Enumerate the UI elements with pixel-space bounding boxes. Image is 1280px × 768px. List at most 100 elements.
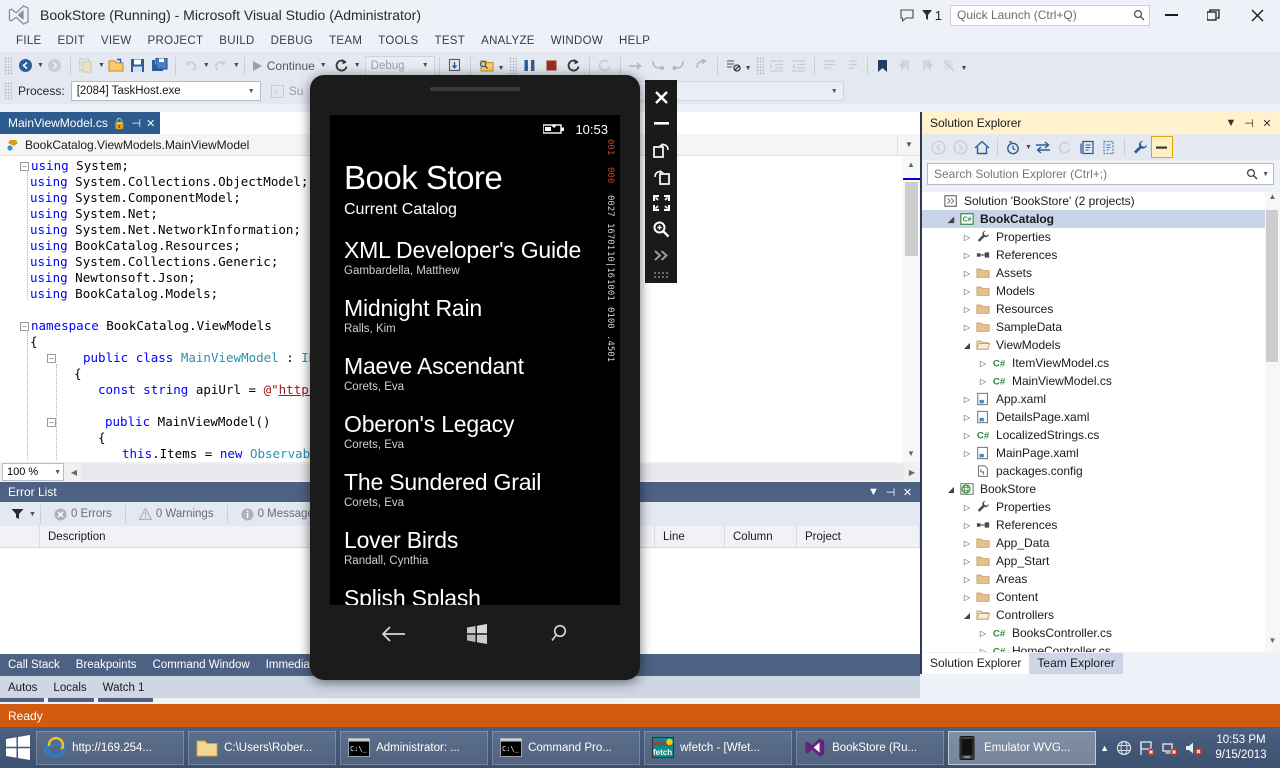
- toolbar-overflow-icon[interactable]: ▼: [498, 65, 505, 72]
- book-list-item[interactable]: The Sundered GrailCorets, Eva: [344, 469, 606, 509]
- solution-tree-item[interactable]: ▷Properties: [922, 228, 1280, 246]
- continue-dropdown[interactable]: ▼: [320, 62, 327, 69]
- expander-closed-icon[interactable]: ▷: [960, 431, 974, 440]
- scroll-down-arrow-icon[interactable]: ▼: [1265, 636, 1280, 652]
- taskbar-item[interactable]: C:\_Administrator: ...: [340, 731, 488, 765]
- taskbar-item[interactable]: Emulator WVG...: [948, 731, 1096, 765]
- expander-closed-icon[interactable]: ▷: [960, 305, 974, 314]
- expander-closed-icon[interactable]: ▷: [976, 359, 990, 368]
- solution-tree-item[interactable]: ▷App_Data: [922, 534, 1280, 552]
- solution-tree[interactable]: Solution 'BookStore' (2 projects)◢C#Book…: [922, 192, 1280, 652]
- menu-analyze[interactable]: ANALYZE: [473, 35, 543, 47]
- volume-muted-icon[interactable]: [1185, 740, 1203, 756]
- taskbar-item[interactable]: C:\_Command Pro...: [492, 731, 640, 765]
- taskbar-item[interactable]: BookStore (Ru...: [796, 731, 944, 765]
- book-list-item[interactable]: Oberon's LegacyCorets, Eva: [344, 411, 606, 451]
- expander-open-icon[interactable]: ◢: [960, 611, 974, 620]
- home-icon[interactable]: [971, 136, 993, 158]
- navigate-backward-dropdown[interactable]: ▼: [37, 62, 44, 69]
- quick-launch-input[interactable]: Quick Launch (Ctrl+Q): [950, 5, 1150, 26]
- taskbar-item[interactable]: http://169.254...: [36, 731, 184, 765]
- feedback-icon[interactable]: [894, 2, 920, 28]
- solution-scroll-thumb[interactable]: [1266, 210, 1278, 362]
- book-list-item[interactable]: Midnight RainRalls, Kim: [344, 295, 606, 335]
- step-into-button[interactable]: [444, 55, 466, 77]
- search-icon[interactable]: [548, 623, 570, 645]
- taskbar-item[interactable]: C:\Users\Rober...: [188, 731, 336, 765]
- dock-tab-locals[interactable]: Locals: [45, 679, 94, 698]
- stop-debugging-button[interactable]: [541, 55, 563, 77]
- menu-file[interactable]: FILE: [8, 35, 50, 47]
- solution-tree-item[interactable]: Solution 'BookStore' (2 projects): [922, 192, 1280, 210]
- toolbar-overflow-icon-2[interactable]: ▼: [745, 65, 752, 72]
- solution-tree-item[interactable]: ▷C#LocalizedStrings.cs: [922, 426, 1280, 444]
- editor-tab-mainviewmodel[interactable]: MainViewModel.cs 🔒 ⊣ ✕: [0, 112, 160, 134]
- taskbar-item[interactable]: webfetchwfetch - [Wfet...: [644, 731, 792, 765]
- undo-dropdown[interactable]: ▼: [203, 62, 210, 69]
- solution-explorer-pin-icon[interactable]: ⊣: [1240, 117, 1258, 130]
- scroll-right-arrow-icon[interactable]: ▶: [904, 468, 920, 477]
- solution-tree-item[interactable]: ▷Resources: [922, 300, 1280, 318]
- warning-count-toggle[interactable]: 0 Warnings: [130, 508, 223, 520]
- solution-tree-item[interactable]: ▷C#HomeController.cs: [922, 642, 1280, 652]
- dock-tab-breakpoints[interactable]: Breakpoints: [68, 659, 145, 671]
- error-list-pin-icon[interactable]: ⊣: [882, 486, 899, 499]
- menu-view[interactable]: VIEW: [93, 35, 140, 47]
- scroll-up-arrow-icon[interactable]: ▲: [1265, 192, 1280, 208]
- expander-open-icon[interactable]: ◢: [944, 485, 958, 494]
- taskbar-clock[interactable]: 10:53 PM 9/15/2013: [1210, 733, 1272, 763]
- expander-open-icon[interactable]: ◢: [960, 341, 974, 350]
- solution-tree-item[interactable]: ▷C#MainViewModel.cs: [922, 372, 1280, 390]
- toolbar-grip-3[interactable]: [756, 57, 764, 75]
- toolbar-grip-2[interactable]: [509, 57, 517, 75]
- action-center-icon[interactable]: [1162, 740, 1178, 756]
- menu-edit[interactable]: EDIT: [50, 35, 93, 47]
- book-list-item[interactable]: Maeve AscendantCorets, Eva: [344, 353, 606, 393]
- chevron-down-icon[interactable]: ▼: [1262, 171, 1269, 178]
- fold-toggle-icon[interactable]: –: [47, 418, 56, 427]
- filter-dropdown-icon[interactable]: ▼: [29, 511, 36, 518]
- expander-open-icon[interactable]: ◢: [944, 215, 958, 224]
- windows-start-icon[interactable]: [465, 623, 489, 645]
- menu-test[interactable]: TEST: [427, 35, 474, 47]
- restart-dropdown[interactable]: ▼: [354, 62, 361, 69]
- new-project-dropdown[interactable]: ▼: [98, 62, 105, 69]
- scroll-down-arrow-icon[interactable]: ▼: [907, 449, 915, 458]
- solution-tree-item[interactable]: ▷SampleData: [922, 318, 1280, 336]
- book-list-item[interactable]: XML Developer's GuideGambardella, Matthe…: [344, 237, 606, 277]
- scroll-up-arrow-icon[interactable]: ▲: [907, 160, 915, 169]
- show-all-files-icon[interactable]: [1076, 136, 1098, 158]
- collapse-all-icon[interactable]: [1151, 136, 1173, 158]
- solution-explorer-scrollbar[interactable]: ▲ ▼: [1265, 192, 1280, 652]
- solution-tree-item[interactable]: ▷App.xaml: [922, 390, 1280, 408]
- break-all-button[interactable]: [519, 55, 541, 77]
- expander-closed-icon[interactable]: ▷: [960, 539, 974, 548]
- solution-tree-item[interactable]: ▷MainPage.xaml: [922, 444, 1280, 462]
- solution-tree-item[interactable]: ◢BookStore: [922, 480, 1280, 498]
- expander-closed-icon[interactable]: ▷: [960, 521, 974, 530]
- properties-wrench-icon[interactable]: [1129, 136, 1151, 158]
- tab-team-explorer[interactable]: Team Explorer: [1029, 653, 1122, 674]
- book-list-item[interactable]: Lover BirdsRandall, Cynthia: [344, 527, 606, 567]
- expander-closed-icon[interactable]: ▷: [960, 269, 974, 278]
- menu-help[interactable]: HELP: [611, 35, 658, 47]
- menu-team[interactable]: TEAM: [321, 35, 370, 47]
- solution-tree-item[interactable]: ▷Models: [922, 282, 1280, 300]
- restart-debug-button[interactable]: [563, 55, 585, 77]
- phone-screen[interactable]: 10:53 Book Store Current Catalog XML Dev…: [330, 115, 620, 605]
- pending-changes-icon[interactable]: [1002, 136, 1024, 158]
- toolbar-overflow-icon-3[interactable]: ▼: [961, 65, 968, 72]
- preview-selected-items-icon[interactable]: [1098, 136, 1120, 158]
- zoom-icon[interactable]: [648, 218, 674, 241]
- solution-tree-item[interactable]: ▷Properties: [922, 498, 1280, 516]
- expander-closed-icon[interactable]: ▷: [960, 233, 974, 242]
- menu-tools[interactable]: TOOLS: [370, 35, 426, 47]
- editor-scroll-thumb[interactable]: [905, 182, 918, 256]
- dock-tab-autos[interactable]: Autos: [0, 679, 45, 698]
- solution-tree-item[interactable]: ▷DetailsPage.xaml: [922, 408, 1280, 426]
- redo-dropdown[interactable]: ▼: [233, 62, 240, 69]
- error-list-close-icon[interactable]: ✕: [899, 486, 916, 499]
- expander-closed-icon[interactable]: ▷: [960, 395, 974, 404]
- solution-tree-item[interactable]: ◢C#BookCatalog: [922, 210, 1280, 228]
- minimize-icon[interactable]: [648, 112, 674, 135]
